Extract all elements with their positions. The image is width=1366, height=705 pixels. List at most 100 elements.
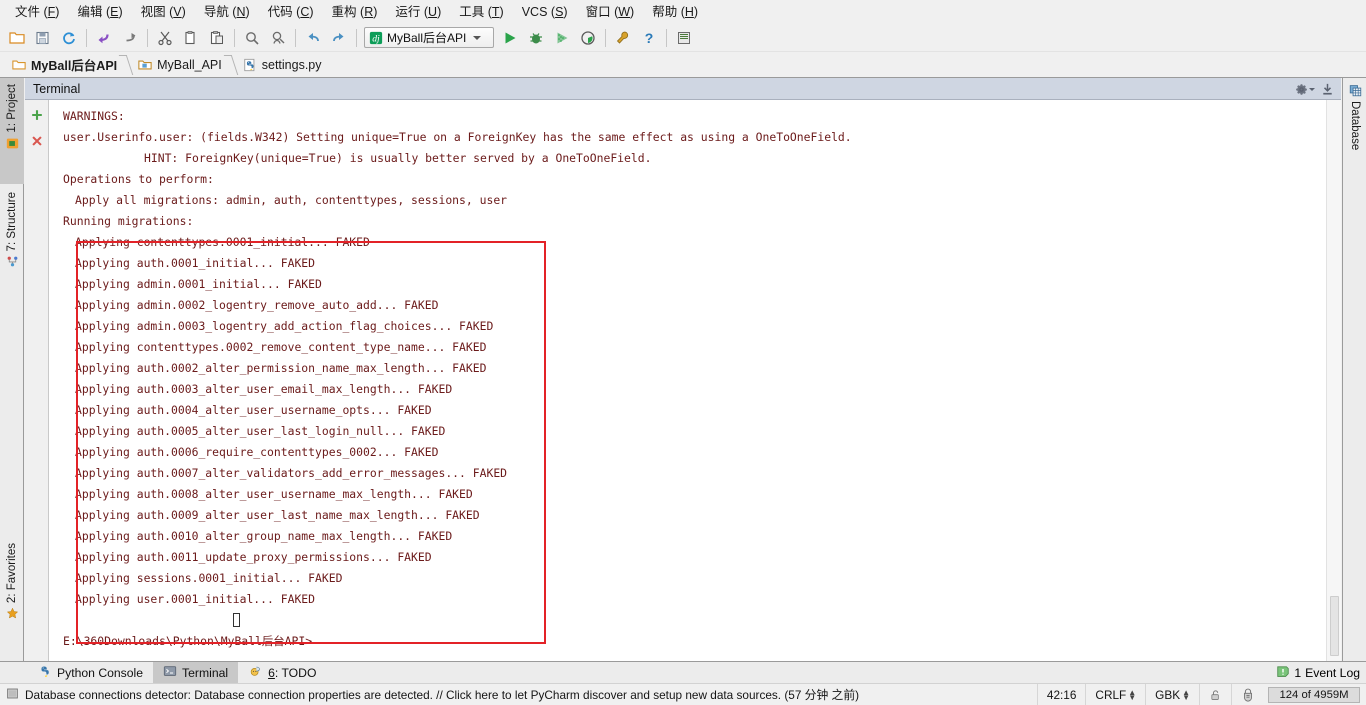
sidebar-item-database[interactable]: Database	[1343, 78, 1366, 182]
breadcrumb-item-package[interactable]: MyBall_API	[134, 52, 224, 78]
todo-icon	[248, 664, 263, 681]
right-tool-stripe: Database	[1342, 78, 1366, 661]
sync-icon[interactable]	[57, 26, 81, 50]
event-log-area[interactable]: 1 Event Log	[1276, 662, 1360, 684]
terminal-line: Applying auth.0005_alter_user_last_login…	[75, 424, 446, 438]
run-icon[interactable]	[498, 26, 522, 50]
menu-item-refactor[interactable]: 重构 (R)	[323, 2, 387, 23]
sidebar-item-favorites[interactable]: 2: Favorites	[0, 537, 24, 657]
coverage-icon[interactable]	[550, 26, 574, 50]
scrollbar-thumb[interactable]	[1330, 596, 1339, 656]
encoding-label: GBK	[1155, 688, 1181, 702]
menu-item-help[interactable]: 帮助 (H)	[643, 2, 707, 23]
terminal-line: Applying auth.0011_update_proxy_permissi…	[75, 550, 432, 564]
save-all-icon[interactable]	[31, 26, 55, 50]
terminal-line: user.Userinfo.user: (fields.W342) Settin…	[63, 130, 852, 144]
back-icon[interactable]	[92, 26, 116, 50]
memory-indicator[interactable]: 124 of 4959M	[1268, 687, 1360, 703]
chevron-down-icon[interactable]	[473, 35, 482, 40]
status-bar-right: 42:16 CRLF ▲ ▼ GBK ▲ ▼ 124 of 4959M	[1036, 684, 1366, 705]
terminal-line: Applying auth.0008_alter_user_username_m…	[75, 487, 473, 501]
hide-icon[interactable]	[1317, 79, 1337, 99]
hector-icon[interactable]	[1231, 684, 1264, 705]
close-session-x-icon[interactable]	[27, 131, 47, 151]
debug-icon[interactable]	[524, 26, 548, 50]
run-config-label: MyBall后台API	[387, 31, 467, 45]
menu-item-vcs[interactable]: VCS (S)	[513, 2, 577, 23]
unlocked-icon[interactable]	[1199, 684, 1231, 705]
menu-item-navigate[interactable]: 导航 (N)	[195, 2, 259, 23]
bottom-tab-label: 6: TODO	[268, 665, 317, 680]
terminal-line: Applying admin.0002_logentry_remove_auto…	[75, 298, 439, 312]
replace-icon[interactable]	[266, 26, 290, 50]
menu-label: 文件	[15, 4, 41, 19]
menu-mnemonic: F	[47, 4, 56, 19]
profile-icon[interactable]	[576, 26, 600, 50]
terminal-line: Applying auth.0009_alter_user_last_name_…	[75, 508, 480, 522]
bottom-tab-python-console[interactable]: Python Console	[28, 662, 153, 684]
menu-item-file[interactable]: 文件 (F)	[6, 2, 68, 23]
terminal-line: Operations to perform:	[63, 172, 214, 186]
terminal-scrollbar[interactable]	[1326, 100, 1341, 661]
menu-label: 工具	[459, 4, 485, 19]
cut-icon[interactable]	[153, 26, 177, 50]
terminal-line: Applying auth.0010_alter_group_name_max_…	[75, 529, 453, 543]
breadcrumb-item-project[interactable]: MyBall后台API	[8, 52, 119, 78]
menu-mnemonic: N	[236, 4, 246, 19]
chevron-updown-icon: ▲ ▼	[1128, 688, 1137, 702]
menu-item-code[interactable]: 代码 (C)	[259, 2, 323, 23]
undo-icon[interactable]	[301, 26, 325, 50]
open-folder-icon[interactable]	[5, 26, 29, 50]
toolbar-separator	[605, 28, 606, 47]
sidebar-item-label: 2: Favorites	[6, 543, 18, 604]
terminal-cursor-line	[49, 610, 1326, 631]
caret-position-label: 42:16	[1046, 688, 1077, 702]
chevron-down-icon[interactable]	[1309, 87, 1315, 91]
redo-icon[interactable]	[327, 26, 351, 50]
terminal-output[interactable]: WARNINGS: user.Userinfo.user: (fields.W34…	[49, 100, 1326, 661]
breadcrumb-item-file[interactable]: settings.py	[239, 52, 324, 78]
menu-label: 代码	[267, 4, 293, 19]
terminal-line: Applying contenttypes.0001_initial... FA…	[75, 235, 370, 249]
menu-mnemonic: H	[684, 4, 694, 19]
find-icon[interactable]	[240, 26, 264, 50]
terminal-line: Applying contenttypes.0002_remove_conten…	[75, 340, 487, 354]
new-session-plus-icon[interactable]	[27, 105, 47, 125]
menu-label: 运行	[395, 4, 421, 19]
menu-item-edit[interactable]: 编辑 (E)	[68, 2, 131, 23]
menu-label: 重构	[331, 4, 357, 19]
toolbar-separator	[295, 28, 296, 47]
pycharm-window: 文件 (F) 编辑 (E) 视图 (V) 导航 (N) 代码 (C) 重构 (R…	[0, 0, 1366, 705]
terminal-line: Apply all migrations: admin, auth, conte…	[75, 193, 508, 207]
copy-icon[interactable]	[179, 26, 203, 50]
python-file-icon	[244, 58, 255, 71]
tool-window-header: Terminal	[25, 78, 1341, 100]
sidebar-item-project[interactable]: 1: Project	[0, 78, 24, 184]
help-icon[interactable]: ?	[637, 26, 661, 50]
line-separator-label: CRLF	[1095, 688, 1127, 702]
bottom-tool-bar: Python Console Terminal 6: TODO 1 Event …	[0, 661, 1366, 684]
gear-icon[interactable]	[1295, 79, 1315, 99]
database-save-icon[interactable]	[672, 26, 696, 50]
menu-item-run[interactable]: 运行 (U)	[386, 2, 450, 23]
menu-bar: 文件 (F) 编辑 (E) 视图 (V) 导航 (N) 代码 (C) 重构 (R…	[0, 0, 1366, 24]
forward-icon[interactable]	[118, 26, 142, 50]
bottom-tab-terminal[interactable]: Terminal	[153, 661, 239, 684]
sidebar-item-structure[interactable]: 7: Structure	[0, 186, 24, 298]
paste-icon[interactable]	[205, 26, 229, 50]
bottom-tab-todo[interactable]: 6: TODO	[238, 662, 326, 684]
run-configuration-selector[interactable]: dj MyBall后台API	[364, 27, 494, 48]
menu-item-view[interactable]: 视图 (V)	[132, 2, 195, 23]
notification-icon	[6, 687, 19, 703]
caret-position[interactable]: 42:16	[1036, 684, 1086, 705]
breadcrumb-separator-icon	[226, 52, 237, 78]
menu-item-tools[interactable]: 工具 (T)	[450, 2, 512, 23]
status-message-area[interactable]: Database connections detector: Database …	[6, 686, 859, 703]
line-separator[interactable]: CRLF ▲ ▼	[1085, 684, 1145, 705]
menu-label: 帮助	[652, 4, 678, 19]
menu-item-window[interactable]: 窗口 (W)	[577, 2, 644, 23]
encoding[interactable]: GBK ▲ ▼	[1145, 684, 1199, 705]
menu-label: 导航	[203, 4, 229, 19]
folder-orange-icon	[12, 60, 26, 69]
settings-wrench-icon[interactable]	[611, 26, 635, 50]
